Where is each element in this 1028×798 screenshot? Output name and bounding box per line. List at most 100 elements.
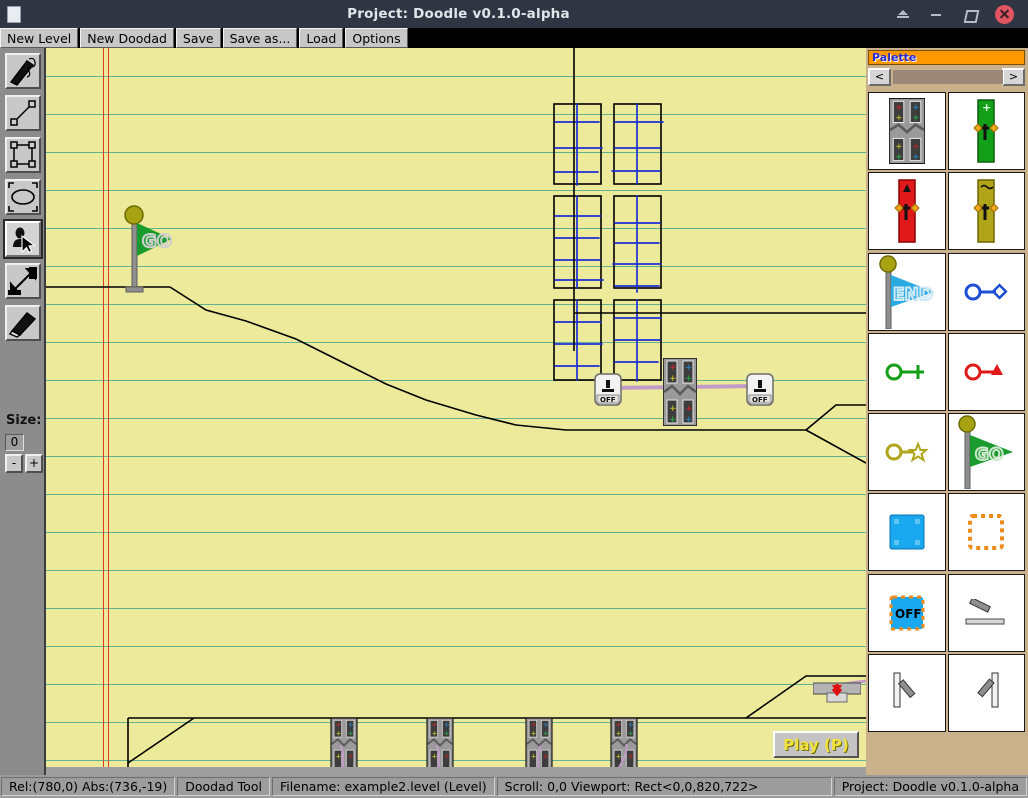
- palette-item-start-flag[interactable]: GO: [947, 413, 1025, 491]
- green-door-icon: +: [973, 99, 999, 163]
- palette-scroll-row: < >: [868, 67, 1025, 87]
- svg-text:+: +: [628, 721, 634, 729]
- svg-text:OFF: OFF: [895, 607, 922, 621]
- svg-text:+: +: [912, 152, 919, 162]
- svg-text:+: +: [616, 730, 622, 738]
- window-titlebar: Project: Doodle v0.1.0-alpha: [0, 0, 1028, 28]
- palette-scroll-left-button[interactable]: <: [868, 68, 891, 86]
- ellipse-tool[interactable]: [5, 179, 41, 215]
- svg-text:+: +: [895, 141, 902, 151]
- options-button[interactable]: Options: [345, 28, 408, 48]
- svg-text:+: +: [531, 730, 537, 738]
- electric-door-doodad[interactable]: + + + + + + + +: [663, 358, 697, 426]
- palette-item-trapdoor-left[interactable]: [868, 653, 946, 732]
- palette-item-key-yellow[interactable]: [868, 413, 946, 491]
- svg-text:+: +: [685, 363, 693, 373]
- svg-text:+: +: [348, 753, 354, 761]
- doodad-tool[interactable]: [3, 219, 43, 259]
- size-increment-button[interactable]: +: [25, 454, 43, 473]
- level-canvas[interactable]: GO + + + + + + + + OFF OFF + + + + + + +…: [46, 48, 866, 770]
- svg-text:GO: GO: [975, 445, 1003, 465]
- window-controls: [896, 4, 1014, 24]
- palette-title: Palette: [868, 50, 1025, 65]
- palette-item-end-flag[interactable]: END: [868, 252, 946, 331]
- palette-item-key-green[interactable]: [868, 332, 946, 411]
- dashed-box-icon: [968, 514, 1005, 551]
- minimize-button[interactable]: [929, 7, 944, 22]
- button-doodad[interactable]: [813, 681, 861, 703]
- palette-item-switch-off[interactable]: OFF: [868, 573, 946, 652]
- svg-text:+: +: [432, 721, 438, 729]
- close-button[interactable]: [995, 4, 1014, 24]
- door-doodad-3[interactable]: + + + + + +: [522, 718, 556, 770]
- go-flag-icon: GO: [958, 415, 1014, 489]
- svg-text:+: +: [685, 374, 693, 384]
- svg-text:OFF: OFF: [752, 396, 768, 404]
- rectangle-tool[interactable]: [5, 137, 41, 173]
- size-value: 0: [5, 434, 24, 451]
- palette-panel: Palette < > + + + + + + + + + END GO OFF: [866, 48, 1028, 775]
- red-door-icon: [894, 179, 920, 243]
- palette-scroll-thumb[interactable]: [893, 70, 1003, 84]
- door-doodad-1[interactable]: + + + + + +: [327, 718, 361, 770]
- save-button[interactable]: Save: [175, 28, 221, 48]
- palette-item-door-red[interactable]: [868, 172, 946, 251]
- palette-item-trapdoor-right[interactable]: [947, 653, 1025, 732]
- palette-item-door-green[interactable]: +: [947, 92, 1025, 170]
- palette-grid: + + + + + + + + + END GO OFF: [868, 92, 1025, 732]
- size-decrement-button[interactable]: -: [5, 454, 23, 473]
- doodad-links: [607, 384, 866, 687]
- switch-left-doodad[interactable]: OFF: [594, 373, 622, 406]
- svg-text:+: +: [336, 721, 342, 729]
- palette-item-door-gray[interactable]: + + + + + + + +: [868, 92, 946, 170]
- trapdoor-down-icon: [965, 598, 1005, 624]
- palette-scroll-track[interactable]: [893, 70, 1003, 84]
- palette-item-trapdoor-down[interactable]: [947, 573, 1025, 652]
- svg-text:+: +: [348, 730, 354, 738]
- svg-text:+: +: [432, 730, 438, 738]
- size-label: Size:: [6, 413, 42, 428]
- maximize-button[interactable]: [962, 7, 977, 22]
- shade-button[interactable]: [896, 7, 911, 22]
- palette-item-key-blue[interactable]: [947, 252, 1025, 331]
- new-level-button[interactable]: New Level: [0, 28, 79, 48]
- palette-item-key-red[interactable]: [947, 332, 1025, 411]
- line-tool[interactable]: [5, 95, 41, 131]
- svg-text:+: +: [336, 753, 342, 761]
- svg-text:+: +: [543, 721, 549, 729]
- play-button[interactable]: Play (P): [773, 731, 859, 758]
- palette-scroll-right-button[interactable]: >: [1002, 68, 1025, 86]
- yellow-door-icon: [973, 179, 999, 243]
- palette-item-box-dashed[interactable]: [947, 493, 1025, 572]
- off-switch-icon: OFF: [889, 595, 925, 630]
- svg-text:+: +: [669, 363, 677, 373]
- svg-text:END: END: [893, 285, 933, 305]
- door-doodad-2[interactable]: + + + + + +: [423, 718, 457, 770]
- end-flag-icon: END: [879, 254, 934, 329]
- status-coordinates: Rel:(780,0) Abs:(736,-19): [1, 777, 176, 796]
- load-button[interactable]: Load: [299, 28, 344, 48]
- palette-item-button-blue[interactable]: [868, 493, 946, 572]
- eraser-tool[interactable]: [5, 305, 41, 341]
- yellow-key-icon: [885, 441, 929, 463]
- svg-text:+: +: [895, 112, 902, 122]
- workspace: Size: 0 - + GO + + + + + + + + OFF OFF +…: [0, 48, 1028, 775]
- gray-door-icon: + + + + + + + +: [888, 98, 925, 164]
- door-doodad-4[interactable]: + + + + + +: [607, 718, 641, 770]
- svg-text:+: +: [628, 730, 634, 738]
- svg-text:+: +: [531, 753, 537, 761]
- svg-text:+: +: [895, 152, 902, 162]
- red-key-icon: [964, 363, 1004, 381]
- svg-text:+: +: [628, 753, 634, 761]
- save-as-button[interactable]: Save as...: [222, 28, 298, 48]
- palette-item-door-yellow[interactable]: [947, 172, 1025, 251]
- svg-text:+: +: [616, 753, 622, 761]
- window-title: Project: Doodle v0.1.0-alpha: [347, 6, 570, 22]
- svg-text:+: +: [531, 721, 537, 729]
- pencil-tool[interactable]: [5, 53, 41, 89]
- new-doodad-button[interactable]: New Doodad: [80, 28, 174, 48]
- svg-text:+: +: [444, 721, 450, 729]
- link-tool[interactable]: [5, 263, 41, 299]
- svg-text:+: +: [895, 102, 902, 112]
- switch-right-doodad[interactable]: OFF: [746, 373, 774, 406]
